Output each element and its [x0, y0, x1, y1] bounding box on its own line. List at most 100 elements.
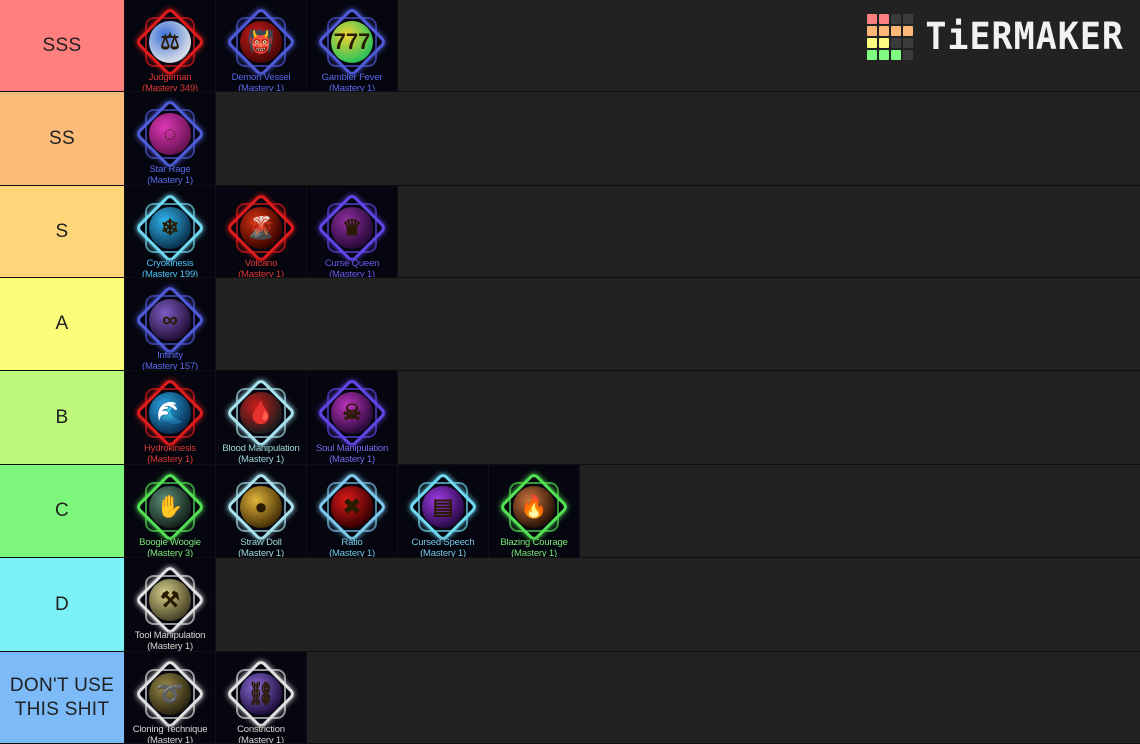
tier-item-name: Curse Queen [324, 258, 380, 269]
tier-row: S ❄ Cryokinesis (Mastery 199) 🌋 Volcano (Maste… [0, 186, 1140, 278]
tier-label[interactable]: B [0, 371, 125, 464]
item-frame-diamond-icon [225, 471, 297, 543]
tier-row: C ✋ Boogie Woogie (Mastery 3) ● Straw Doll (Ma… [0, 465, 1140, 558]
tier-drop-area[interactable] [307, 652, 1140, 743]
tier-item[interactable]: ⚒ Tool Manipulation (Mastery 1) [125, 558, 216, 651]
tier-label[interactable]: SSS [0, 0, 125, 91]
tier-item-mastery: (Mastery 1) [147, 641, 193, 651]
logo-cell-0-2 [891, 14, 902, 24]
tier-items[interactable]: 🌊 Hydrokinesis (Mastery 1) 🩸 Blood Manipulat… [125, 371, 1140, 464]
tier-item-mastery: (Mastery 349) [141, 83, 198, 91]
item-frame-diamond-icon [134, 98, 206, 170]
tier-item-mastery: (Mastery 157) [141, 361, 198, 370]
tier-label[interactable]: C [0, 465, 125, 557]
tier-item[interactable]: ✖ Ratio (Mastery 1) [307, 465, 398, 557]
tier-label[interactable]: A [0, 278, 125, 370]
tier-item[interactable]: ∞ Infinity (Mastery 157) [125, 278, 216, 370]
tier-items[interactable]: ➰ Cloning Technique (Mastery 1) ⛓ Constricti… [125, 652, 1140, 743]
tier-item[interactable]: ● Straw Doll (Mastery 1) [216, 465, 307, 557]
tier-drop-area[interactable] [580, 465, 1140, 557]
tier-label[interactable]: SS [0, 92, 125, 185]
tier-item[interactable]: 🔥 Blazing Courage (Mastery 1) [489, 465, 580, 557]
tier-item[interactable]: ♛ Curse Queen (Mastery 1) [307, 186, 398, 277]
item-frame-diamond-icon [225, 377, 297, 449]
logo-cell-1-3 [903, 26, 914, 36]
tier-item[interactable]: 🌋 Volcano (Mastery 1) [216, 186, 307, 277]
logo-cell-3-2 [891, 50, 902, 60]
tier-item-mastery: (Mastery 1) [238, 548, 284, 557]
item-frame-diamond-icon [225, 658, 297, 730]
tier-label[interactable]: D [0, 558, 125, 651]
tier-item-mastery: (Mastery 1) [238, 735, 284, 743]
logo-cell-3-3 [903, 50, 914, 60]
logo-cell-0-1 [879, 14, 890, 24]
tier-item-name: Infinity [157, 350, 183, 361]
item-frame-diamond-icon [134, 658, 206, 730]
tier-item-mastery: (Mastery 1) [511, 548, 557, 557]
tier-rows-container: SSS ⚖ Judgeman (Mastery 349) 👹 Demon Vessel (M… [0, 0, 1140, 744]
tier-item-mastery: (Mastery 1) [147, 454, 193, 464]
tier-label[interactable]: S [0, 186, 125, 277]
tier-item[interactable]: 777 Gambler Fever (Mastery 1) [307, 0, 398, 91]
item-frame-diamond-icon [316, 192, 388, 264]
logo-cell-0-3 [903, 14, 914, 24]
item-frame-diamond-icon [316, 471, 388, 543]
tier-item-mastery: (Mastery 1) [329, 454, 375, 464]
logo-cell-2-0 [867, 38, 878, 48]
tier-item-name: Ratio [341, 537, 363, 548]
tier-item-name: Straw Doll [240, 537, 282, 548]
item-frame-diamond-icon [134, 192, 206, 264]
tier-item-mastery: (Mastery 1) [329, 83, 375, 91]
tier-items[interactable]: ❄ Cryokinesis (Mastery 199) 🌋 Volcano (Master… [125, 186, 1140, 277]
tiermaker-logo[interactable]: TiERMAKER [867, 14, 1124, 60]
tier-item-name: Constriction [237, 724, 285, 735]
item-frame-diamond-icon [134, 284, 206, 356]
tier-item[interactable]: ⚖ Judgeman (Mastery 349) [125, 0, 216, 91]
tiermaker-wordmark: TiERMAKER [925, 14, 1124, 59]
tier-item-mastery: (Mastery 1) [238, 269, 284, 277]
tier-item[interactable]: 🩸 Blood Manipulation (Mastery 1) [216, 371, 307, 464]
tier-drop-area[interactable] [398, 371, 1140, 464]
item-frame-diamond-icon [134, 471, 206, 543]
tier-item[interactable]: ◌ Star Rage (Mastery 1) [125, 92, 216, 185]
tier-drop-area[interactable] [398, 186, 1140, 277]
tier-item-mastery: (Mastery 1) [329, 548, 375, 557]
tier-drop-area[interactable] [216, 278, 1140, 370]
tier-item[interactable]: ❄ Cryokinesis (Mastery 199) [125, 186, 216, 277]
item-frame-diamond-icon [225, 6, 297, 78]
tier-items[interactable]: ◌ Star Rage (Mastery 1) [125, 92, 1140, 185]
tier-item[interactable]: 👹 Demon Vessel (Mastery 1) [216, 0, 307, 91]
tier-items[interactable]: ✋ Boogie Woogie (Mastery 3) ● Straw Doll (Mas… [125, 465, 1140, 557]
tier-item-name: Star Rage [149, 164, 191, 175]
tier-item-mastery: (Mastery 1) [147, 175, 193, 185]
logo-cell-2-2 [891, 38, 902, 48]
tier-item-mastery: (Mastery 3) [147, 548, 193, 557]
tier-items[interactable]: ⚒ Tool Manipulation (Mastery 1) [125, 558, 1140, 651]
tier-item[interactable]: ☠ Soul Manipulation (Mastery 1) [307, 371, 398, 464]
logo-cell-2-1 [879, 38, 890, 48]
tier-item[interactable]: ➰ Cloning Technique (Mastery 1) [125, 652, 216, 743]
tier-label[interactable]: DON'T USE THIS SHIT [0, 652, 125, 743]
tier-row: A ∞ Infinity (Mastery 157) [0, 278, 1140, 371]
tier-item[interactable]: ✋ Boogie Woogie (Mastery 3) [125, 465, 216, 557]
tier-item[interactable]: 🌊 Hydrokinesis (Mastery 1) [125, 371, 216, 464]
logo-cell-1-1 [879, 26, 890, 36]
tier-item-mastery: (Mastery 1) [238, 83, 284, 91]
tier-row: D ⚒ Tool Manipulation (Mastery 1) [0, 558, 1140, 652]
tier-item-mastery: (Mastery 199) [141, 269, 198, 277]
tier-item[interactable]: ▤ Cursed Speech (Mastery 1) [398, 465, 489, 557]
tier-items[interactable]: ∞ Infinity (Mastery 157) [125, 278, 1140, 370]
tier-drop-area[interactable] [216, 558, 1140, 651]
tier-row: B 🌊 Hydrokinesis (Mastery 1) 🩸 Blood Manipula… [0, 371, 1140, 465]
tier-item-name: Boogie Woogie [139, 537, 201, 548]
logo-cell-0-0 [867, 14, 878, 24]
tier-item-name: Blazing Courage [500, 537, 568, 548]
tier-list-app: TiERMAKER SSS ⚖ Judgeman (Mastery 349) 👹 Demo… [0, 0, 1140, 744]
tier-item-name: Soul Manipulation [315, 443, 389, 454]
tier-drop-area[interactable] [216, 92, 1140, 185]
tier-item[interactable]: ⛓ Constriction (Mastery 1) [216, 652, 307, 743]
tier-item-name: Cryokinesis [146, 258, 194, 269]
tiermaker-logo-grid-icon [867, 14, 914, 60]
tier-item-name: Blood Manipulation [222, 443, 300, 454]
tier-item-name: Gambler Fever [321, 72, 383, 83]
